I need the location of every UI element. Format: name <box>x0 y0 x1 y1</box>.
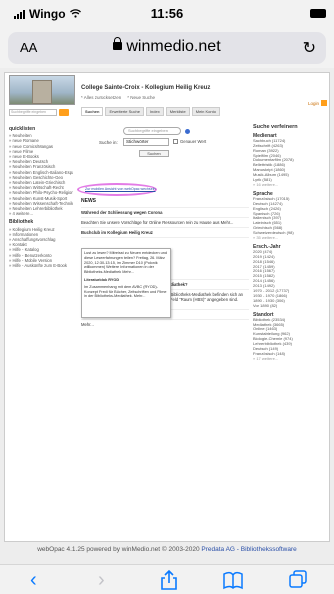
mobile-view-link[interactable]: Zur mobilen Ansicht von webOpac wechseln <box>85 187 156 191</box>
safari-toolbar: ‹ › <box>0 564 334 594</box>
quicklist-more-link[interactable]: » 4 weitere... <box>9 211 73 216</box>
search-form: Suchbegriffe eingeben Suche in: Stichwör… <box>81 125 249 165</box>
tab-erweiterte-suche[interactable]: Erweiterte Suche <box>105 107 144 116</box>
back-icon[interactable]: ‹ <box>30 569 37 591</box>
page-footer: webOpac 4.1.25 powered by winMedio.net ©… <box>4 546 330 553</box>
web-content: Suchbegriffe eingeben College Sainte-Cro… <box>0 68 334 564</box>
bibliothek-item[interactable]: » Hilfe - Auskünfte zum E-Book <box>9 263 73 268</box>
bookmarks-icon[interactable] <box>222 569 244 591</box>
news-item-title: Während der Schliessung wegen Corona <box>81 210 163 215</box>
left-sidebar: quicklisten » Neuheiten » neue Romane » … <box>9 125 73 268</box>
url-field[interactable]: AA winmedio.net ↻ <box>8 32 326 64</box>
search-go-icon[interactable] <box>185 129 190 134</box>
news-item[interactable]: Beachten Sie unsere Vorschläge für Onlin… <box>81 217 249 227</box>
library-logo[interactable] <box>9 75 75 105</box>
tab-merkliste[interactable]: Merkliste <box>165 107 190 116</box>
url-display[interactable]: winmedio.net <box>8 37 326 56</box>
footer-link[interactable]: Predata AG - Bibliothekssoftware <box>201 546 296 553</box>
tab-suchen[interactable]: Suchen <box>81 107 104 116</box>
reset-link[interactable]: * Alles zurücksetzen <box>81 95 121 100</box>
news-item[interactable]: Buchclub im Kollegium Heilig Kreuz <box>81 227 249 237</box>
facet-more-link[interactable]: » 35 weitere... <box>253 235 327 241</box>
quick-search-button[interactable] <box>59 109 69 116</box>
popup-text: Lust zu lesen? Mitreisst zu Neuen entdec… <box>84 251 167 275</box>
popup-text: Im Zusammenhang mit dem AVBC (RYOD)-Konz… <box>84 284 167 299</box>
search-button[interactable]: Suchen <box>139 150 169 157</box>
login-icon[interactable] <box>321 100 327 106</box>
news-item-title: Buchclub im Kollegium Heilig Kreuz <box>81 230 153 235</box>
forward-icon[interactable]: › <box>98 569 105 591</box>
news-item[interactable]: Während der Schliessung wegen Corona <box>81 207 249 217</box>
search-input[interactable]: Suchbegriffe eingeben <box>123 127 181 135</box>
news-more-link[interactable]: Mehr... <box>81 319 249 329</box>
quicklisten-heading: quicklisten <box>9 126 36 132</box>
exact-checkbox[interactable] <box>173 139 178 144</box>
lock-icon <box>113 37 123 50</box>
bibliothek-heading: Bibliothek <box>9 219 34 226</box>
search-field-label: Suche in: <box>99 140 118 145</box>
popup-heading: Literaturblok RYOD <box>84 277 120 282</box>
exact-label: Genauer Wert <box>180 139 207 144</box>
search-panel: Suchbegriffe eingeben Suche in: Stichwör… <box>81 125 249 165</box>
facet-more-link[interactable]: » 17 weitere... <box>253 356 327 362</box>
library-title: College Sainte-Croix - Kollegium Heilig … <box>81 85 211 91</box>
news-popup: Lust zu lesen? Mitreisst zu Neuen entdec… <box>81 248 171 318</box>
top-links: * Alles zurücksetzen * Neue Suche <box>81 95 155 100</box>
battery-icon <box>310 9 326 18</box>
webopac-page: Suchbegriffe eingeben College Sainte-Cro… <box>4 72 330 542</box>
nav-tabs: Suchen Erweiterte Suche Index Merkliste … <box>81 107 220 116</box>
facet-item[interactable]: Vor 1890 (82) <box>253 303 327 309</box>
safari-address-bar: AA winmedio.net ↻ <box>0 28 334 68</box>
share-icon[interactable] <box>160 569 178 591</box>
new-search-link[interactable]: * Neue Suche <box>127 95 155 100</box>
reload-icon[interactable]: ↻ <box>303 38 316 58</box>
refine-sidebar: Suche verfeinern Medienart Sachbuch (1172… <box>253 124 327 362</box>
status-bar: Wingo 11:56 <box>0 0 334 28</box>
tab-mein-konto[interactable]: Mein Konto <box>191 107 220 116</box>
news-heading: NEWS <box>81 198 96 204</box>
footer-text: webOpac 4.1.25 powered by winMedio.net ©… <box>37 546 200 553</box>
facet-more-link[interactable]: » 16 weitere... <box>253 182 327 188</box>
quicklist-item[interactable]: » Neuheiten Philo-Psycho-Religion <box>9 190 73 195</box>
tabs-icon[interactable] <box>288 569 308 591</box>
facet-list: Medienart Sachbuch (11724) Zeitschrift (42… <box>253 133 327 362</box>
search-field-select[interactable]: Stichwörter <box>123 138 169 146</box>
page-header: Suchbegriffe eingeben College Sainte-Cro… <box>5 73 329 121</box>
clock: 11:56 <box>150 6 184 21</box>
tab-index[interactable]: Index <box>145 107 164 116</box>
quick-search-input[interactable]: Suchbegriffe eingeben <box>9 109 57 116</box>
login-link[interactable]: Login <box>308 101 319 106</box>
refine-title: Suche verfeinern <box>253 124 298 130</box>
url-text: winmedio.net <box>126 38 221 55</box>
